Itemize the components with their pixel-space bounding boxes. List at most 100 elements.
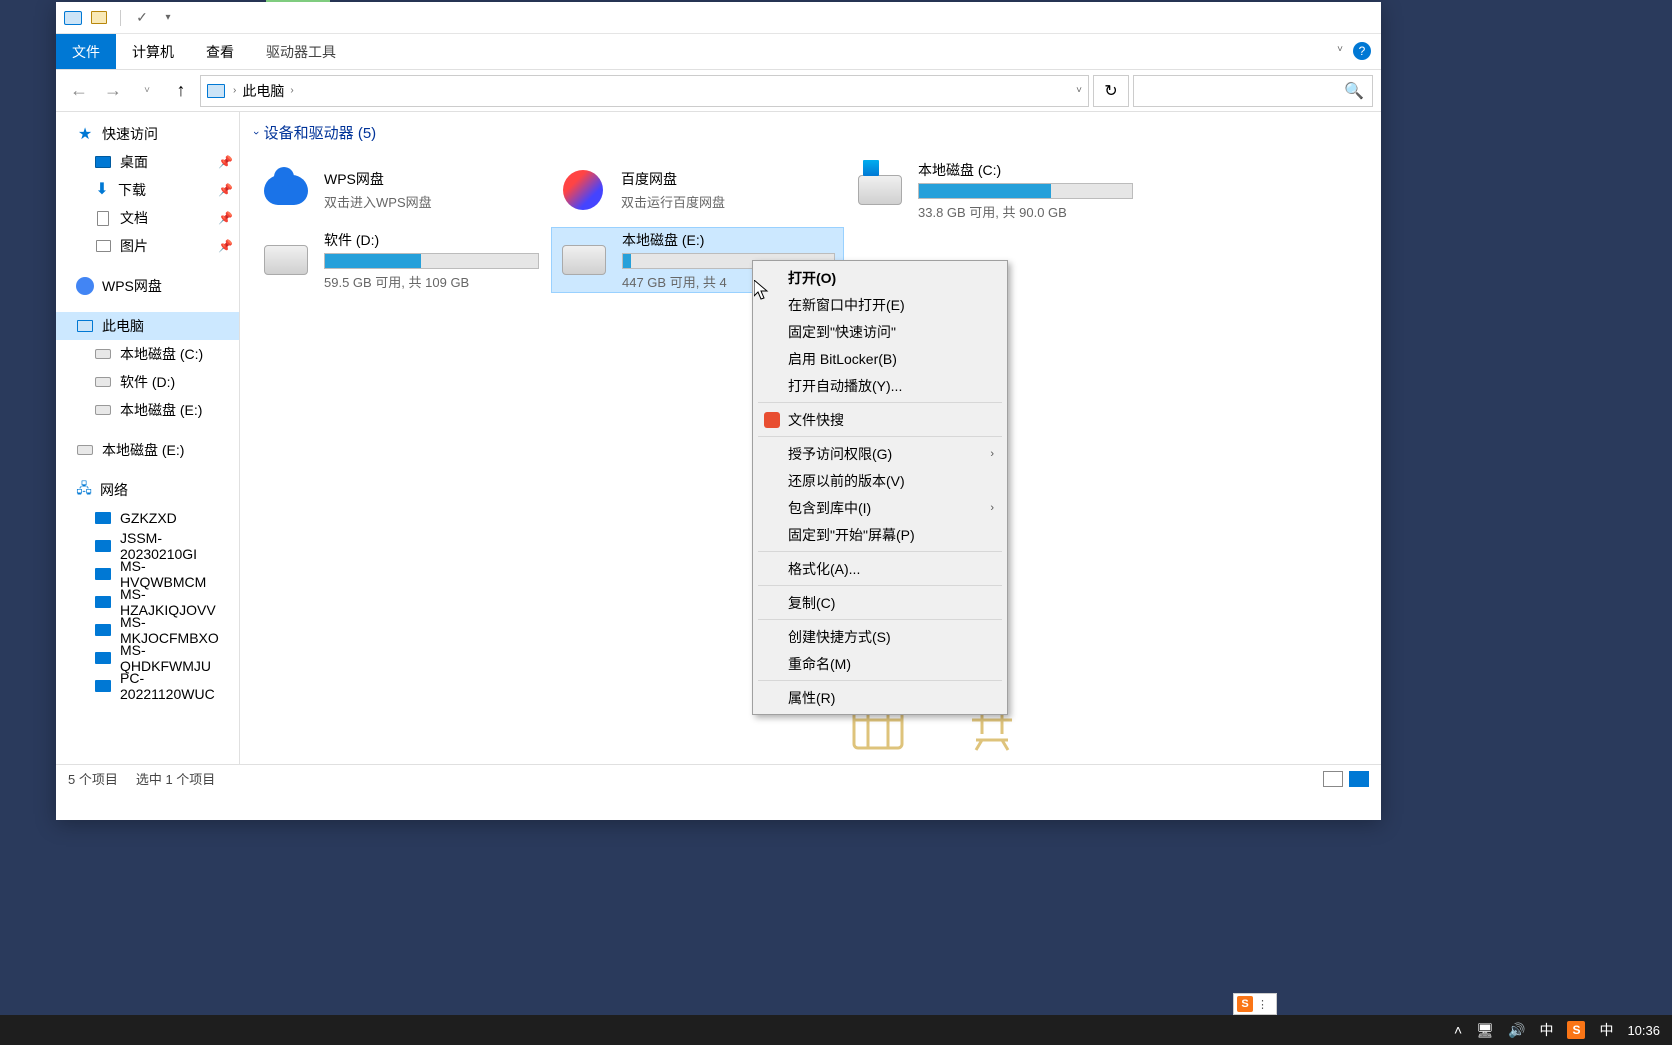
ribbon-collapse-icon[interactable]: ˅ — [1337, 44, 1343, 55]
selection-count: 选中 1 个项目 — [136, 769, 215, 788]
address-dropdown-icon[interactable]: ˅ — [1076, 85, 1082, 96]
sidebar-pc7[interactable]: PC-20221120WUC — [56, 672, 239, 700]
download-icon: ⬇ — [94, 183, 110, 197]
sidebar-quick-access[interactable]: ★ 快速访问 — [56, 120, 239, 148]
sidebar-pc2[interactable]: JSSM-20230210GI — [56, 532, 239, 560]
menu-format[interactable]: 格式化(A)... — [756, 555, 1004, 582]
sidebar-downloads[interactable]: ⬇ 下载 📌 — [56, 176, 239, 204]
ime-panel[interactable]: S ⋮ — [1233, 993, 1277, 1015]
sidebar-drive-d[interactable]: 软件 (D:) — [56, 368, 239, 396]
pin-icon: 📌 — [218, 211, 233, 225]
breadcrumb-sep[interactable]: › — [233, 85, 236, 96]
help-button[interactable]: ? — [1353, 42, 1371, 60]
drive-name: 本地磁盘 (E:) — [622, 230, 835, 250]
menu-rename[interactable]: 重命名(M) — [756, 650, 1004, 677]
menu-include-library[interactable]: 包含到库中(I)› — [756, 494, 1004, 521]
drive-c[interactable]: 本地磁盘 (C:) 33.8 GB 可用, 共 90.0 GB — [848, 157, 1141, 223]
volume-icon[interactable]: 🔊 — [1508, 1022, 1525, 1039]
sidebar-drive-c[interactable]: 本地磁盘 (C:) — [56, 340, 239, 368]
section-title: 设备和驱动器 (5) — [264, 122, 377, 143]
tiles-view-button[interactable] — [1349, 771, 1369, 787]
menu-bitlocker[interactable]: 启用 BitLocker(B) — [756, 345, 1004, 372]
sidebar-desktop[interactable]: 桌面 📌 — [56, 148, 239, 176]
drive-name: 百度网盘 — [621, 169, 836, 189]
ime-indicator[interactable]: 中 — [1599, 1020, 1613, 1040]
back-button[interactable]: ← — [64, 76, 94, 106]
menu-pin-start[interactable]: 固定到"开始"屏幕(P) — [756, 521, 1004, 548]
search-input[interactable]: 🔍 — [1133, 75, 1373, 107]
window-controls: — ☐ ✕ — [1243, 0, 1381, 2]
menu-pin-quick-access[interactable]: 固定到"快速访问" — [756, 318, 1004, 345]
qat-dropdown-icon[interactable]: ▾ — [159, 9, 177, 27]
sidebar-pc3[interactable]: MS-HVQWBMCM — [56, 560, 239, 588]
title-bar: ✓ ▾ 管理 此电脑 — ☐ ✕ — [56, 2, 1381, 34]
sidebar-pc4[interactable]: MS-HZAJKIQJOVV — [56, 588, 239, 616]
ribbon-view-tab[interactable]: 查看 — [190, 34, 250, 69]
menu-open-new-window[interactable]: 在新窗口中打开(E) — [756, 291, 1004, 318]
clock[interactable]: 10:36 — [1627, 1023, 1660, 1038]
ribbon-file-tab[interactable]: 文件 — [56, 34, 116, 69]
context-menu: 打开(O) 在新窗口中打开(E) 固定到"快速访问" 启用 BitLocker(… — [752, 260, 1008, 715]
sidebar-this-pc[interactable]: 此电脑 — [56, 312, 239, 340]
system-tray: ˄ 🖥 🔊 中 S 中 10:36 — [1442, 1020, 1672, 1040]
menu-properties[interactable]: 属性(R) — [756, 684, 1004, 711]
wps-icon — [764, 412, 780, 428]
quick-access-toolbar: ✓ ▾ — [56, 9, 185, 27]
drive-icon — [94, 373, 112, 391]
status-bar: 5 个项目 选中 1 个项目 — [56, 764, 1381, 792]
menu-autoplay[interactable]: 打开自动播放(Y)... — [756, 372, 1004, 399]
capacity-bar — [918, 183, 1133, 199]
sidebar-pictures[interactable]: 图片 📌 — [56, 232, 239, 260]
computer-icon — [94, 593, 112, 611]
breadcrumb-this-pc[interactable]: 此电脑 — [242, 81, 284, 101]
ribbon-computer-tab[interactable]: 计算机 — [116, 34, 190, 69]
ime-menu-icon[interactable]: ⋮ — [1257, 998, 1268, 1011]
drive-capacity: 33.8 GB 可用, 共 90.0 GB — [918, 202, 1133, 221]
ribbon-drive-tools-tab[interactable]: 驱动器工具 — [250, 34, 352, 69]
sidebar-documents[interactable]: 文档 📌 — [56, 204, 239, 232]
address-input[interactable]: › 此电脑 › ˅ — [200, 75, 1089, 107]
drive-d[interactable]: 软件 (D:) 59.5 GB 可用, 共 109 GB — [254, 227, 547, 293]
history-dropdown-icon[interactable]: ˅ — [132, 76, 162, 106]
sidebar-label: 桌面 — [120, 152, 148, 172]
forward-button[interactable]: → — [98, 76, 128, 106]
sidebar-drive-e2[interactable]: 本地磁盘 (E:) — [56, 436, 239, 464]
drive-baidu[interactable]: 百度网盘 双击运行百度网盘 — [551, 157, 844, 223]
ribbon-manage-tab[interactable]: 管理 — [266, 0, 330, 2]
refresh-button[interactable]: ↻ — [1093, 75, 1129, 107]
drive-icon — [94, 401, 112, 419]
chevron-down-icon: › — [250, 131, 262, 135]
up-button[interactable]: ↑ — [166, 76, 196, 106]
pin-icon: 📌 — [218, 239, 233, 253]
menu-create-shortcut[interactable]: 创建快捷方式(S) — [756, 623, 1004, 650]
pc-icon — [76, 317, 94, 335]
sidebar-wps[interactable]: WPS网盘 — [56, 272, 239, 300]
network-icon[interactable]: 🖥 — [1476, 1022, 1494, 1039]
breadcrumb-sep[interactable]: › — [290, 85, 293, 96]
sogou-tray-icon[interactable]: S — [1567, 1021, 1585, 1039]
sidebar-pc1[interactable]: GZKZXD — [56, 504, 239, 532]
sidebar-network[interactable]: 🖧 网络 — [56, 476, 239, 504]
maximize-button[interactable]: ☐ — [1289, 0, 1335, 2]
sidebar-label: 文档 — [120, 208, 148, 228]
menu-grant-access[interactable]: 授予访问权限(G)› — [756, 440, 1004, 467]
menu-open[interactable]: 打开(O) — [756, 264, 1004, 291]
minimize-button[interactable]: — — [1243, 0, 1289, 2]
folder-icon[interactable] — [90, 9, 108, 27]
sidebar-pc6[interactable]: MS-QHDKFWMJU — [56, 644, 239, 672]
properties-icon[interactable]: ✓ — [133, 9, 151, 27]
ime-indicator[interactable]: 中 — [1539, 1020, 1553, 1040]
document-icon — [94, 209, 112, 227]
tray-chevron-icon[interactable]: ˄ — [1454, 1022, 1462, 1038]
menu-restore-versions[interactable]: 还原以前的版本(V) — [756, 467, 1004, 494]
close-button[interactable]: ✕ — [1335, 0, 1381, 2]
menu-file-search[interactable]: 文件快搜 — [756, 406, 1004, 433]
drive-wps[interactable]: WPS网盘 双击进入WPS网盘 — [254, 157, 547, 223]
sidebar-drive-e[interactable]: 本地磁盘 (E:) — [56, 396, 239, 424]
sidebar-label: WPS网盘 — [102, 276, 162, 296]
details-view-button[interactable] — [1323, 771, 1343, 787]
menu-copy[interactable]: 复制(C) — [756, 589, 1004, 616]
sidebar-pc5[interactable]: MS-MKJOCFMBXO — [56, 616, 239, 644]
explorer-window: ✓ ▾ 管理 此电脑 — ☐ ✕ 文件 计算机 查看 驱动器工具 ˅ ? ← →… — [56, 2, 1381, 820]
section-header[interactable]: › 设备和驱动器 (5) — [254, 122, 1367, 143]
